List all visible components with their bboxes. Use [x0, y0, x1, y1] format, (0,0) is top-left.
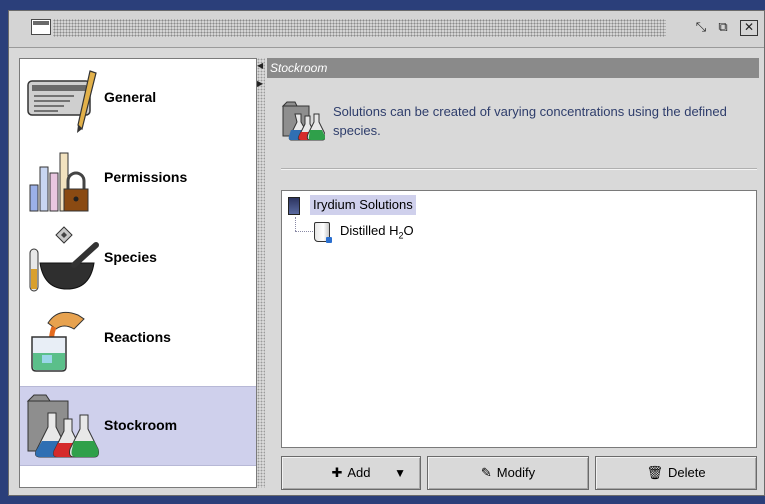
- sidebar-item-label: Reactions: [104, 329, 171, 345]
- modify-button[interactable]: ✎ Modify: [427, 456, 589, 490]
- maximize-icon[interactable]: ⧉: [714, 20, 732, 36]
- category-sidebar: General Permissions Species Reactions St…: [19, 58, 257, 488]
- expand-right-icon[interactable]: ▶: [257, 80, 263, 88]
- flasks-icon: [281, 101, 325, 141]
- splitter-handle[interactable]: ◀ ▶: [257, 58, 265, 488]
- sidebar-item-label: Permissions: [104, 169, 188, 185]
- solution-name: Distilled H: [340, 223, 399, 238]
- add-button-label: Add: [347, 465, 371, 480]
- sidebar-item-label: Species: [104, 249, 157, 265]
- tree-connector: [295, 231, 313, 232]
- solution-name-tail: O: [403, 223, 414, 238]
- test-tube-mortar-icon: [29, 226, 99, 292]
- divider: [281, 168, 757, 170]
- title-bar-grip: [53, 19, 666, 37]
- title-bar[interactable]: ⤡ ⧉ ✕: [9, 11, 764, 48]
- solution-set-icon: [288, 197, 300, 215]
- tree-connector: [295, 217, 296, 231]
- solutions-tree[interactable]: Irydium Solutions Distilled H2O: [281, 190, 757, 448]
- chevron-down-icon[interactable]: ▼: [394, 457, 406, 489]
- sidebar-item-general[interactable]: General: [20, 59, 256, 139]
- sidebar-item-species[interactable]: Species: [20, 219, 256, 299]
- sidebar-item-permissions[interactable]: Permissions: [20, 139, 256, 219]
- add-button[interactable]: ✚ Add ▼: [281, 456, 421, 490]
- tree-node-label[interactable]: Irydium Solutions: [310, 195, 416, 215]
- flasks-icon: [26, 394, 99, 458]
- sidebar-item-reactions[interactable]: Reactions: [20, 299, 256, 379]
- plus-icon: ✚: [331, 465, 343, 480]
- tree-node-label[interactable]: Distilled H2O: [340, 221, 414, 246]
- beaker-pour-icon: [31, 311, 85, 372]
- modify-button-label: Modify: [496, 465, 536, 480]
- minimize-icon[interactable]: ⤡: [692, 20, 710, 36]
- stockroom-panel: Stockroom Solutions can be created of va…: [267, 58, 759, 490]
- document-pen-icon: [27, 70, 97, 133]
- delete-button-label: Delete: [667, 465, 706, 480]
- bar-chart-lock-icon: [29, 152, 89, 212]
- sidebar-item-stockroom[interactable]: Stockroom: [20, 386, 256, 466]
- collapse-left-icon[interactable]: ◀: [257, 62, 263, 70]
- sidebar-item-label: Stockroom: [104, 417, 178, 433]
- delete-button[interactable]: 🗑 Delete: [595, 456, 757, 490]
- application-window: ⤡ ⧉ ✕ General Permissions Species Reacti…: [8, 10, 765, 496]
- sidebar-item-label: General: [104, 89, 157, 105]
- close-icon[interactable]: ✕: [740, 20, 758, 36]
- panel-title: Stockroom: [267, 58, 759, 78]
- bottle-icon: [314, 222, 332, 243]
- panel-description: Solutions can be created of varying conc…: [333, 104, 727, 138]
- window-icon[interactable]: [31, 19, 51, 35]
- trash-icon: 🗑: [646, 465, 663, 480]
- pencil-icon: ✎: [480, 465, 492, 480]
